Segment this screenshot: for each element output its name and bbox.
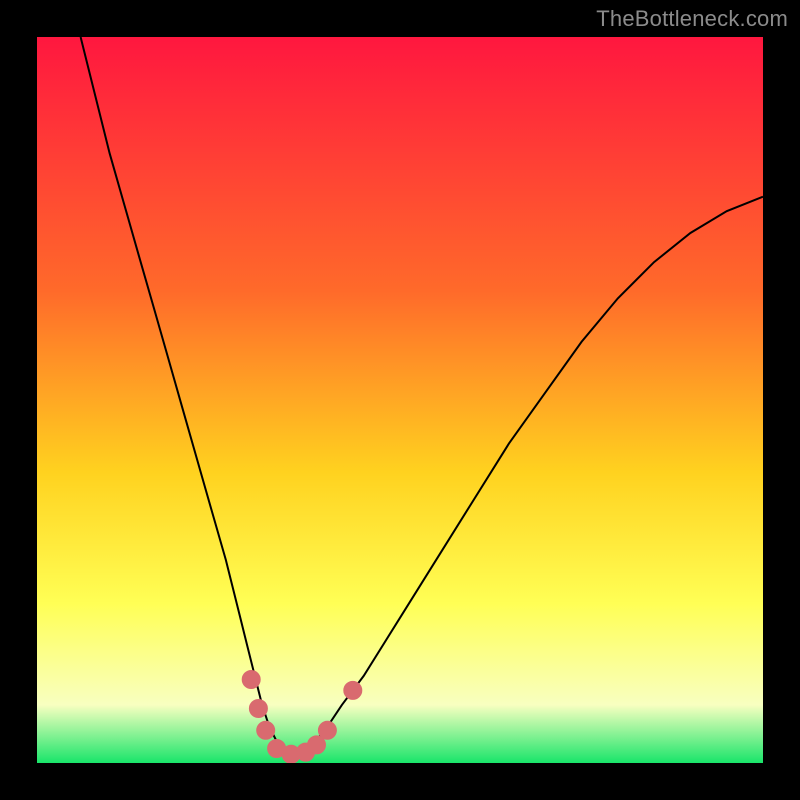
curve-marker: [257, 721, 275, 739]
gradient-background: [37, 37, 763, 763]
curve-marker: [249, 700, 267, 718]
chart-frame: TheBottleneck.com: [0, 0, 800, 800]
plot-area: [37, 37, 763, 763]
curve-marker: [318, 721, 336, 739]
curve-marker: [242, 671, 260, 689]
plot-svg: [37, 37, 763, 763]
watermark-text: TheBottleneck.com: [596, 6, 788, 32]
curve-marker: [344, 681, 362, 699]
